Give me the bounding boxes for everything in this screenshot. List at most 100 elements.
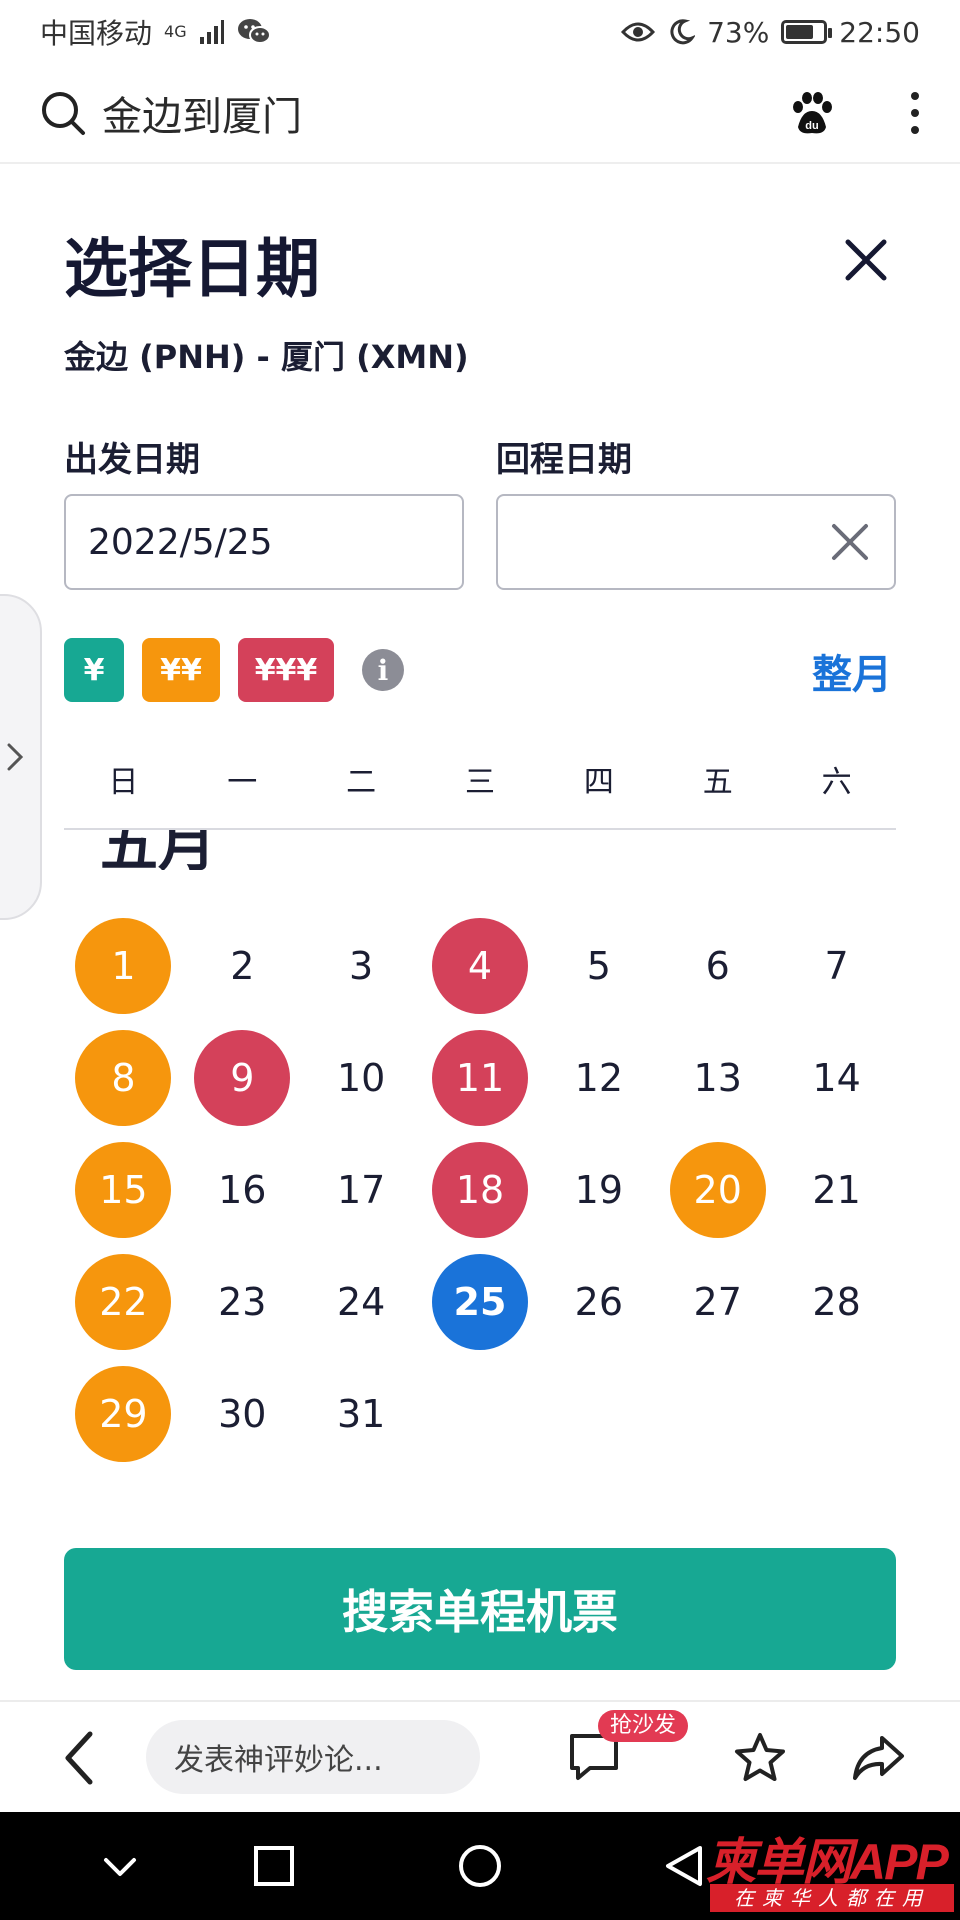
- clear-icon[interactable]: [828, 520, 872, 564]
- calendar-day[interactable]: 3: [302, 910, 421, 1022]
- calendar-day-number: 20: [669, 1142, 766, 1238]
- calendar-day-number: 31: [336, 1392, 386, 1436]
- calendar-day[interactable]: 20: [658, 1134, 777, 1246]
- weekday-label: 三: [465, 765, 495, 800]
- calendar-week-row: 22 23 24 25 26 27 28: [64, 1246, 896, 1358]
- calendar-day[interactable]: 22: [64, 1246, 183, 1358]
- watermark-logo: 柬单网APP 在柬华人都在用: [700, 1822, 960, 1918]
- carrier-name: 中国移动: [40, 17, 153, 50]
- calendar-day[interactable]: 12: [539, 1022, 658, 1134]
- calendar-day-number: 2: [230, 944, 255, 988]
- calendar-day-number: 10: [336, 1056, 386, 1100]
- calendar-day-number: 13: [693, 1056, 742, 1100]
- calendar-day-number: 12: [574, 1056, 624, 1100]
- calendar-day[interactable]: 8: [64, 1022, 183, 1134]
- calendar-day[interactable]: 7: [777, 910, 896, 1022]
- calendar-day[interactable]: 2: [183, 910, 302, 1022]
- weekday-label: 五: [702, 765, 733, 800]
- calendar-day[interactable]: 21: [777, 1134, 896, 1246]
- calendar-day-number: 29: [75, 1366, 172, 1462]
- calendar-day[interactable]: 31: [302, 1358, 421, 1470]
- depart-date-value: 2022/5/25: [88, 521, 273, 563]
- browser-search-bar[interactable]: 金边到厦门 du: [0, 64, 960, 164]
- battery-icon: [781, 20, 833, 44]
- calendar-day[interactable]: 24: [302, 1246, 421, 1358]
- search-icon: [42, 92, 85, 135]
- nav-recents-icon[interactable]: [250, 1842, 298, 1890]
- wechat-icon: [237, 19, 271, 44]
- calendar-day-number: 1: [75, 918, 172, 1014]
- search-one-way-button[interactable]: 搜索单程机票: [64, 1548, 896, 1670]
- search-query[interactable]: 金边到厦门: [102, 84, 788, 142]
- comment-toolbar: 发表神评妙论... 抢沙发: [0, 1700, 960, 1812]
- moon-icon: [670, 19, 696, 45]
- status-right: 73% 22:50: [621, 16, 920, 49]
- nav-home-icon[interactable]: [456, 1842, 504, 1890]
- baidu-paw-icon[interactable]: du: [788, 89, 836, 137]
- calendar-day-number: 3: [349, 944, 374, 988]
- route-text: 金边 (PNH) - 厦门 (XMN): [64, 338, 469, 376]
- star-icon[interactable]: [732, 1730, 788, 1786]
- price-tag-medium: ¥¥: [142, 638, 220, 702]
- calendar-day[interactable]: 15: [64, 1134, 183, 1246]
- calendar-day[interactable]: 16: [183, 1134, 302, 1246]
- calendar-day[interactable]: 27: [658, 1246, 777, 1358]
- nav-down-icon[interactable]: [96, 1842, 144, 1890]
- weekday-label: 日: [108, 765, 139, 800]
- calendar-day-number: 18: [432, 1142, 528, 1238]
- status-left: 中国移动 4G: [40, 12, 271, 52]
- close-icon[interactable]: [838, 232, 894, 288]
- side-drawer-handle[interactable]: [0, 594, 42, 920]
- comment-input[interactable]: 发表神评妙论...: [146, 1720, 480, 1794]
- calendar-day[interactable]: 18: [421, 1134, 540, 1246]
- calendar-day-number: 21: [812, 1168, 861, 1212]
- calendar-day[interactable]: 1: [64, 910, 183, 1022]
- calendar-day[interactable]: 6: [658, 910, 777, 1022]
- month-heading: 五月: [100, 830, 217, 870]
- eye-comfort-icon: [621, 22, 656, 42]
- calendar-day-number: 11: [432, 1030, 528, 1126]
- calendar-day-number: 27: [693, 1280, 742, 1324]
- calendar-day[interactable]: 11: [421, 1022, 540, 1134]
- calendar-day[interactable]: 5: [539, 910, 658, 1022]
- depart-date-field[interactable]: 2022/5/25: [64, 494, 464, 590]
- network-type: 4G: [164, 22, 187, 41]
- calendar-week-row: 15 16 17 18 19 20 21: [64, 1134, 896, 1246]
- calendar-day[interactable]: 14: [777, 1022, 896, 1134]
- info-icon[interactable]: i: [362, 649, 404, 691]
- calendar-day-number: 4: [432, 918, 528, 1014]
- calendar-day[interactable]: 23: [183, 1246, 302, 1358]
- calendar-day[interactable]: 26: [539, 1246, 658, 1358]
- month-heading-clip: 五月: [64, 830, 464, 870]
- price-tag-high: ¥¥¥: [238, 638, 334, 702]
- calendar-grid: 1 2 3 4 5 6 7 8 9 10 11 12 13 14 15 16 17 18 19 20 21 22 23 24 2…: [64, 910, 896, 1470]
- calendar-day[interactable]: 29: [64, 1358, 183, 1470]
- calendar-day-selected[interactable]: 25: [421, 1246, 540, 1358]
- calendar-day[interactable]: 19: [539, 1134, 658, 1246]
- calendar-day-number: 26: [574, 1280, 624, 1324]
- calendar-day[interactable]: 30: [183, 1358, 302, 1470]
- calendar-day-number: 17: [336, 1168, 386, 1212]
- calendar-day-number: 8: [75, 1030, 172, 1126]
- dialog-title: 选择日期: [64, 233, 320, 307]
- share-icon[interactable]: [850, 1730, 906, 1786]
- whole-month-link[interactable]: 整月: [812, 642, 892, 700]
- depart-date-label: 出发日期: [64, 440, 200, 480]
- calendar-day-number: 7: [824, 944, 849, 988]
- calendar-day[interactable]: 9: [183, 1022, 302, 1134]
- battery-percent: 73%: [707, 15, 770, 49]
- return-date-field[interactable]: [496, 494, 896, 590]
- weekday-label: 四: [583, 765, 614, 800]
- calendar-day[interactable]: 17: [302, 1134, 421, 1246]
- weekday-label: 六: [821, 765, 852, 800]
- status-bar: 中国移动 4G 73% 22:50: [0, 0, 960, 64]
- calendar-day[interactable]: 28: [777, 1246, 896, 1358]
- calendar-day[interactable]: 10: [302, 1022, 421, 1134]
- calendar-day-number: 22: [75, 1254, 172, 1350]
- back-icon[interactable]: [56, 1730, 104, 1786]
- more-vertical-icon[interactable]: [910, 92, 920, 134]
- calendar-day[interactable]: 4: [421, 910, 540, 1022]
- calendar-day[interactable]: 13: [658, 1022, 777, 1134]
- weekday-label: 二: [346, 765, 377, 800]
- sofa-badge: 抢沙发: [598, 1710, 689, 1742]
